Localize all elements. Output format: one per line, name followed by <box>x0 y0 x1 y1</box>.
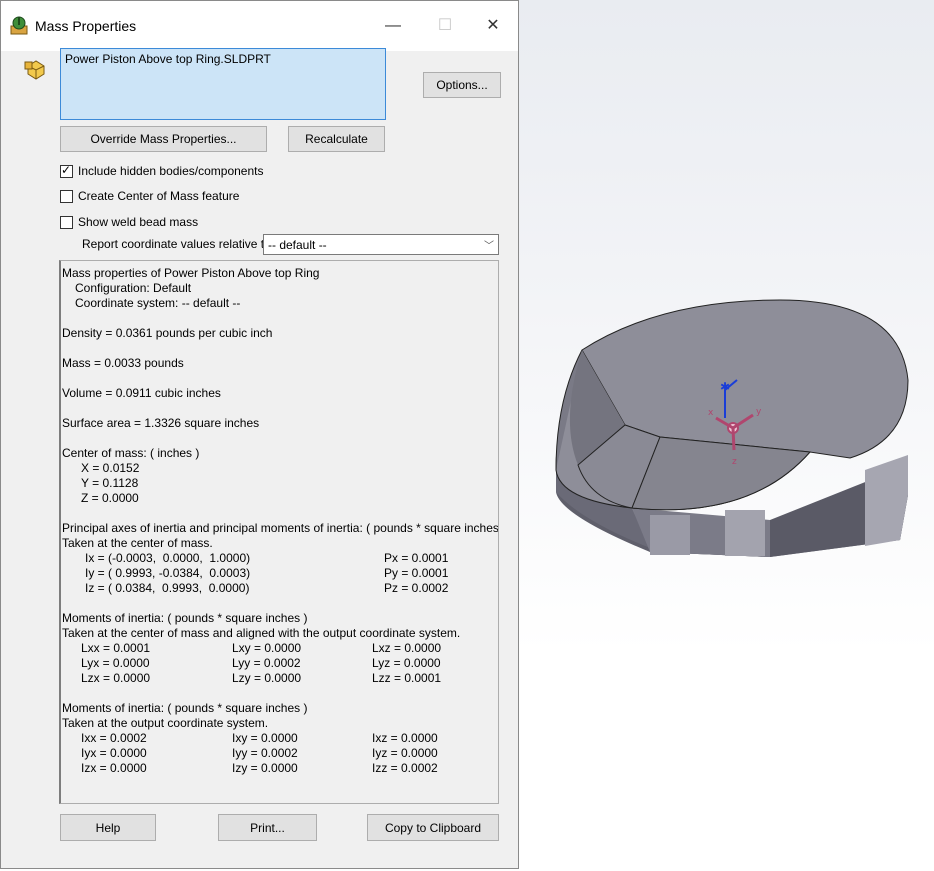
configuration-line: Configuration: Default <box>75 281 192 295</box>
minimize-button[interactable]: — <box>379 13 407 39</box>
help-button[interactable]: Help <box>60 814 156 841</box>
part-model: ✱ x y z <box>555 299 909 557</box>
results-text-area[interactable]: Mass properties of Power Piston Above to… <box>59 260 499 804</box>
list-item[interactable]: Power Piston Above top Ring.SLDPRT <box>65 52 381 66</box>
volume-line: Volume = 0.0911 cubic inches <box>62 386 221 400</box>
checkmark-icon: ✓ <box>61 162 72 177</box>
lxx-line: Lxx = 0.0001 <box>81 641 151 655</box>
lzz-line: Lzz = 0.0001 <box>372 671 442 685</box>
create-com-label: Create Center of Mass feature <box>78 189 240 203</box>
iyx-line: Iyx = 0.0000 <box>81 746 147 760</box>
lyy-line: Lyy = 0.0002 <box>232 656 301 670</box>
print-button[interactable]: Print... <box>218 814 317 841</box>
coordinate-system-line: Coordinate system: -- default -- <box>75 296 241 310</box>
axis-label-z: z <box>732 457 737 467</box>
recalculate-button[interactable]: Recalculate <box>288 126 385 152</box>
weld-bead-checkbox-row[interactable]: Show weld bead mass <box>60 214 198 230</box>
create-com-checkbox-row[interactable]: Create Center of Mass feature <box>60 188 239 204</box>
surface-area-line: Surface area = 1.3326 square inches <box>62 416 260 430</box>
moments-com-title: Moments of inertia: ( pounds * square in… <box>62 611 308 625</box>
principal-axes-subtitle: Taken at the center of mass. <box>62 536 213 550</box>
izy-line: Izy = 0.0000 <box>232 761 298 775</box>
com-x-line: X = 0.0152 <box>81 461 140 475</box>
lyz-line: Lyz = 0.0000 <box>372 656 441 670</box>
axis-label-y: y <box>756 407 762 417</box>
include-hidden-checkbox-row[interactable]: ✓ Include hidden bodies/components <box>60 163 263 179</box>
include-hidden-checkbox[interactable]: ✓ <box>60 162 73 178</box>
selected-items-list[interactable]: Power Piston Above top Ring.SLDPRT <box>60 48 386 120</box>
close-button[interactable]: ✕ <box>479 13 507 39</box>
moments-output-subtitle: Taken at the output coordinate system. <box>62 716 269 730</box>
weld-bead-label: Show weld bead mass <box>78 215 199 229</box>
iy-line: Iy = ( 0.9993, -0.0384, 0.0003) <box>85 566 251 580</box>
moments-output-title: Moments of inertia: ( pounds * square in… <box>62 701 308 715</box>
title-bar[interactable]: Mass Properties — ☐ ✕ <box>1 1 518 51</box>
include-hidden-label: Include hidden bodies/components <box>78 164 264 178</box>
create-com-checkbox[interactable] <box>60 189 73 203</box>
px-line: Px = 0.0001 <box>384 551 449 565</box>
moments-com-subtitle: Taken at the center of mass and aligned … <box>62 626 461 640</box>
iz-line: Iz = ( 0.0384, 0.9993, 0.0000) <box>85 581 250 595</box>
mass-properties-app-icon <box>10 16 28 35</box>
report-coordinate-label: Report coordinate values relative to: <box>82 237 275 251</box>
copy-to-clipboard-button[interactable]: Copy to Clipboard <box>367 814 499 841</box>
com-z-line: Z = 0.0000 <box>81 491 139 505</box>
part-icon <box>24 60 45 80</box>
options-button[interactable]: Options... <box>423 72 501 98</box>
izz-line: Izz = 0.0002 <box>372 761 438 775</box>
py-line: Py = 0.0001 <box>384 566 449 580</box>
principal-axes-title: Principal axes of inertia and principal … <box>62 521 499 535</box>
density-line: Density = 0.0361 pounds per cubic inch <box>62 326 273 340</box>
izx-line: Izx = 0.0000 <box>81 761 147 775</box>
window-title: Mass Properties <box>35 18 137 34</box>
lyx-line: Lyx = 0.0000 <box>81 656 150 670</box>
axis-label-x: x <box>708 408 714 418</box>
lzy-line: Lzy = 0.0000 <box>232 671 302 685</box>
chevron-down-icon: ﹀ <box>484 241 494 252</box>
lxy-line: Lxy = 0.0000 <box>232 641 302 655</box>
mass-line: Mass = 0.0033 pounds <box>62 356 184 370</box>
ix-line: Ix = (-0.0003, 0.0000, 1.0000) <box>85 551 251 565</box>
center-of-mass-title: Center of mass: ( inches ) <box>62 446 200 460</box>
lxz-line: Lxz = 0.0000 <box>372 641 442 655</box>
pz-line: Pz = 0.0002 <box>384 581 449 595</box>
ixx-line: Ixx = 0.0002 <box>81 731 147 745</box>
maximize-button[interactable]: ☐ <box>431 13 459 39</box>
coordinate-system-value: -- default -- <box>268 237 327 252</box>
weld-bead-checkbox[interactable] <box>60 215 73 229</box>
mass-properties-dialog: Mass Properties — ☐ ✕ Power Piston Above… <box>0 0 519 869</box>
ixy-line: Ixy = 0.0000 <box>232 731 298 745</box>
coordinate-system-select[interactable]: -- default -- ﹀ <box>263 234 499 255</box>
iyz-line: Iyz = 0.0000 <box>372 746 438 760</box>
ixz-line: Ixz = 0.0000 <box>372 731 438 745</box>
lzx-line: Lzx = 0.0000 <box>81 671 151 685</box>
iyy-line: Iyy = 0.0002 <box>232 746 298 760</box>
com-y-line: Y = 0.1128 <box>81 476 139 490</box>
override-mass-properties-button[interactable]: Override Mass Properties... <box>60 126 267 152</box>
graphics-viewport[interactable]: ✱ x y z <box>520 0 934 871</box>
results-header: Mass properties of Power Piston Above to… <box>62 266 320 280</box>
